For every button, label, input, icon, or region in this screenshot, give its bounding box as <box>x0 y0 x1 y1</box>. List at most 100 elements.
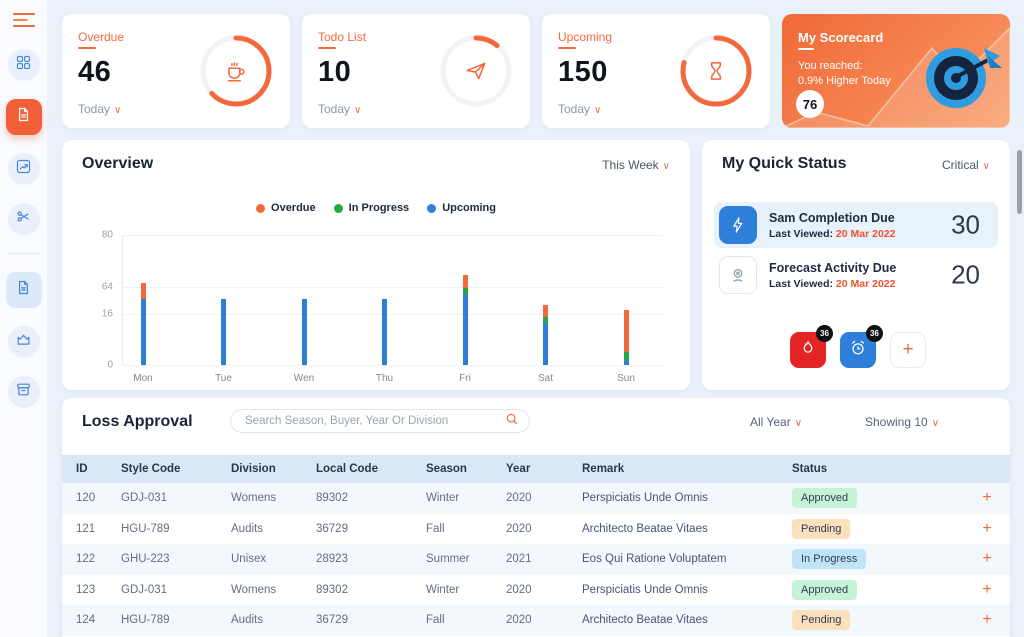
alarm-shortcut-button[interactable]: 36 <box>840 332 876 368</box>
chart-x-tick: Mon <box>133 373 152 384</box>
chart-bar-thu <box>382 235 387 365</box>
legend-dot <box>334 204 343 213</box>
status-badge: Pending <box>792 610 850 630</box>
table-cell: Womens <box>231 584 316 596</box>
table-cell-status: Pending <box>792 610 972 630</box>
row-add-button[interactable]: + <box>972 550 1002 568</box>
row-add-button[interactable]: + <box>972 611 1002 629</box>
quick-status-item[interactable]: Forecast Activity Due Last Viewed: 20 Ma… <box>714 252 998 298</box>
sidebar <box>0 0 48 637</box>
table-cell-remark: Architecto Beatae Vitaes <box>582 614 792 626</box>
score-badge: 76 <box>796 90 824 118</box>
table-cell: 36729 <box>316 523 426 535</box>
period-dropdown[interactable]: Today∨ <box>558 102 601 116</box>
bar-segment-upcoming <box>624 360 629 365</box>
loss-approval-panel: Loss Approval All Year∨ Showing 10∨ ID S… <box>62 398 1010 637</box>
table-row: 122GHU-223Unisex28923Summer2021Eos Qui R… <box>62 544 1010 575</box>
legend-item: In Progress <box>334 202 410 214</box>
row-add-button[interactable]: + <box>972 581 1002 599</box>
table-cell: Womens <box>231 492 316 504</box>
period-dropdown[interactable]: Today∨ <box>318 102 361 116</box>
scorecard-title: My Scorecard <box>798 30 883 45</box>
sidebar-item-archive[interactable] <box>8 376 40 408</box>
last-viewed: Last Viewed: 20 Mar 2022 <box>769 278 896 290</box>
sidebar-item-documents[interactable] <box>6 99 42 135</box>
progress-ring-wrap <box>438 33 514 109</box>
sidebar-item-cut[interactable] <box>8 203 40 235</box>
chart-bar-sun <box>624 235 629 365</box>
table-cell: Unisex <box>231 553 316 565</box>
column-header: Season <box>426 463 506 475</box>
table-row: 120GDJ-031Womens89302Winter2020Perspicia… <box>62 483 1010 514</box>
table-cell-remark: Eos Qui Ratione Voluptatem <box>582 553 792 565</box>
column-header: Division <box>231 463 316 475</box>
chart-x-tick: Fri <box>459 373 471 384</box>
lightning-bolt-icon <box>719 206 757 244</box>
row-add-button[interactable]: + <box>972 489 1002 507</box>
chart-x-tick: Wen <box>294 373 314 384</box>
table-body: 120GDJ-031Womens89302Winter2020Perspicia… <box>62 483 1010 636</box>
table-cell: Fall <box>426 523 506 535</box>
sidebar-item-dashboard[interactable] <box>8 49 40 81</box>
table-cell: 123 <box>76 584 121 596</box>
critical-filter-dropdown[interactable]: Critical∨ <box>942 158 990 172</box>
table-cell-status: Pending <box>792 519 972 539</box>
grid-icon <box>15 54 32 76</box>
chart-bar-tue <box>221 235 226 365</box>
table-cell: Winter <box>426 584 506 596</box>
title-underline <box>558 47 576 49</box>
year-filter-dropdown[interactable]: All Year∨ <box>750 415 802 429</box>
chart-legend: Overdue In Progress Upcoming <box>62 202 690 214</box>
sidebar-item-calendar[interactable] <box>8 326 40 358</box>
column-header: Style Code <box>121 463 231 475</box>
scrollbar-thumb[interactable] <box>1017 150 1022 214</box>
quick-status-item-title: Forecast Activity Due <box>769 261 896 275</box>
legend-item: Upcoming <box>427 202 496 214</box>
chart-x-tick: Thu <box>376 373 393 384</box>
menu-icon[interactable] <box>13 13 35 31</box>
sidebar-item-analytics[interactable] <box>8 153 40 185</box>
table-cell: GDJ-031 <box>121 492 231 504</box>
chart-plot: 8064160MonTueWenThuFriSatSun <box>122 235 662 365</box>
table-cell-remark: Perspiciatis Unde Omnis <box>582 584 792 596</box>
table-cell: 28923 <box>316 553 426 565</box>
scorecard-card: My Scorecard You reached: 0.9% Higher To… <box>782 14 1010 128</box>
search-bar <box>230 409 530 433</box>
sidebar-item-files[interactable] <box>6 272 42 308</box>
add-shortcut-button[interactable]: + <box>890 332 926 368</box>
bar-segment-overdue <box>543 305 548 317</box>
showing-filter-dropdown[interactable]: Showing 10∨ <box>865 415 939 429</box>
bar-segment-overdue <box>463 275 468 288</box>
period-dropdown[interactable]: Today∨ <box>78 102 121 116</box>
table-cell: Fall <box>426 614 506 626</box>
chart-x-tick: Tue <box>215 373 232 384</box>
quick-status-item-title: Sam Completion Due <box>769 211 895 225</box>
table-cell: 122 <box>76 553 121 565</box>
search-icon[interactable] <box>505 412 519 431</box>
row-add-button[interactable]: + <box>972 520 1002 538</box>
bar-segment-in-progress <box>463 288 468 295</box>
legend-dot <box>256 204 265 213</box>
search-input[interactable] <box>245 415 505 427</box>
scorecard-line2: 0.9% Higher Today <box>798 75 891 87</box>
alarm-clock-icon <box>848 338 868 363</box>
scorecard-line1: You reached: <box>798 60 862 72</box>
status-badge: Pending <box>792 519 850 539</box>
bar-segment-upcoming <box>543 323 548 365</box>
week-filter-dropdown[interactable]: This Week∨ <box>602 158 670 172</box>
table-cell-status: Approved <box>792 580 972 600</box>
fire-icon <box>798 338 818 363</box>
bar-segment-overdue <box>141 283 146 299</box>
bar-segment-upcoming <box>221 299 226 365</box>
chart-bar-mon <box>141 235 146 365</box>
bar-segment-in-progress <box>624 352 629 360</box>
bar-segment-upcoming <box>141 299 146 365</box>
quick-status-item[interactable]: Sam Completion Due Last Viewed: 20 Mar 2… <box>714 202 998 248</box>
chart-gridline <box>123 365 662 366</box>
chevron-down-icon: ∨ <box>114 105 121 116</box>
table-cell: GHU-223 <box>121 553 231 565</box>
status-badge: Approved <box>792 488 857 508</box>
legend-item: Overdue <box>256 202 316 214</box>
quick-status-title: My Quick Status <box>722 155 846 173</box>
fire-shortcut-button[interactable]: 36 <box>790 332 826 368</box>
